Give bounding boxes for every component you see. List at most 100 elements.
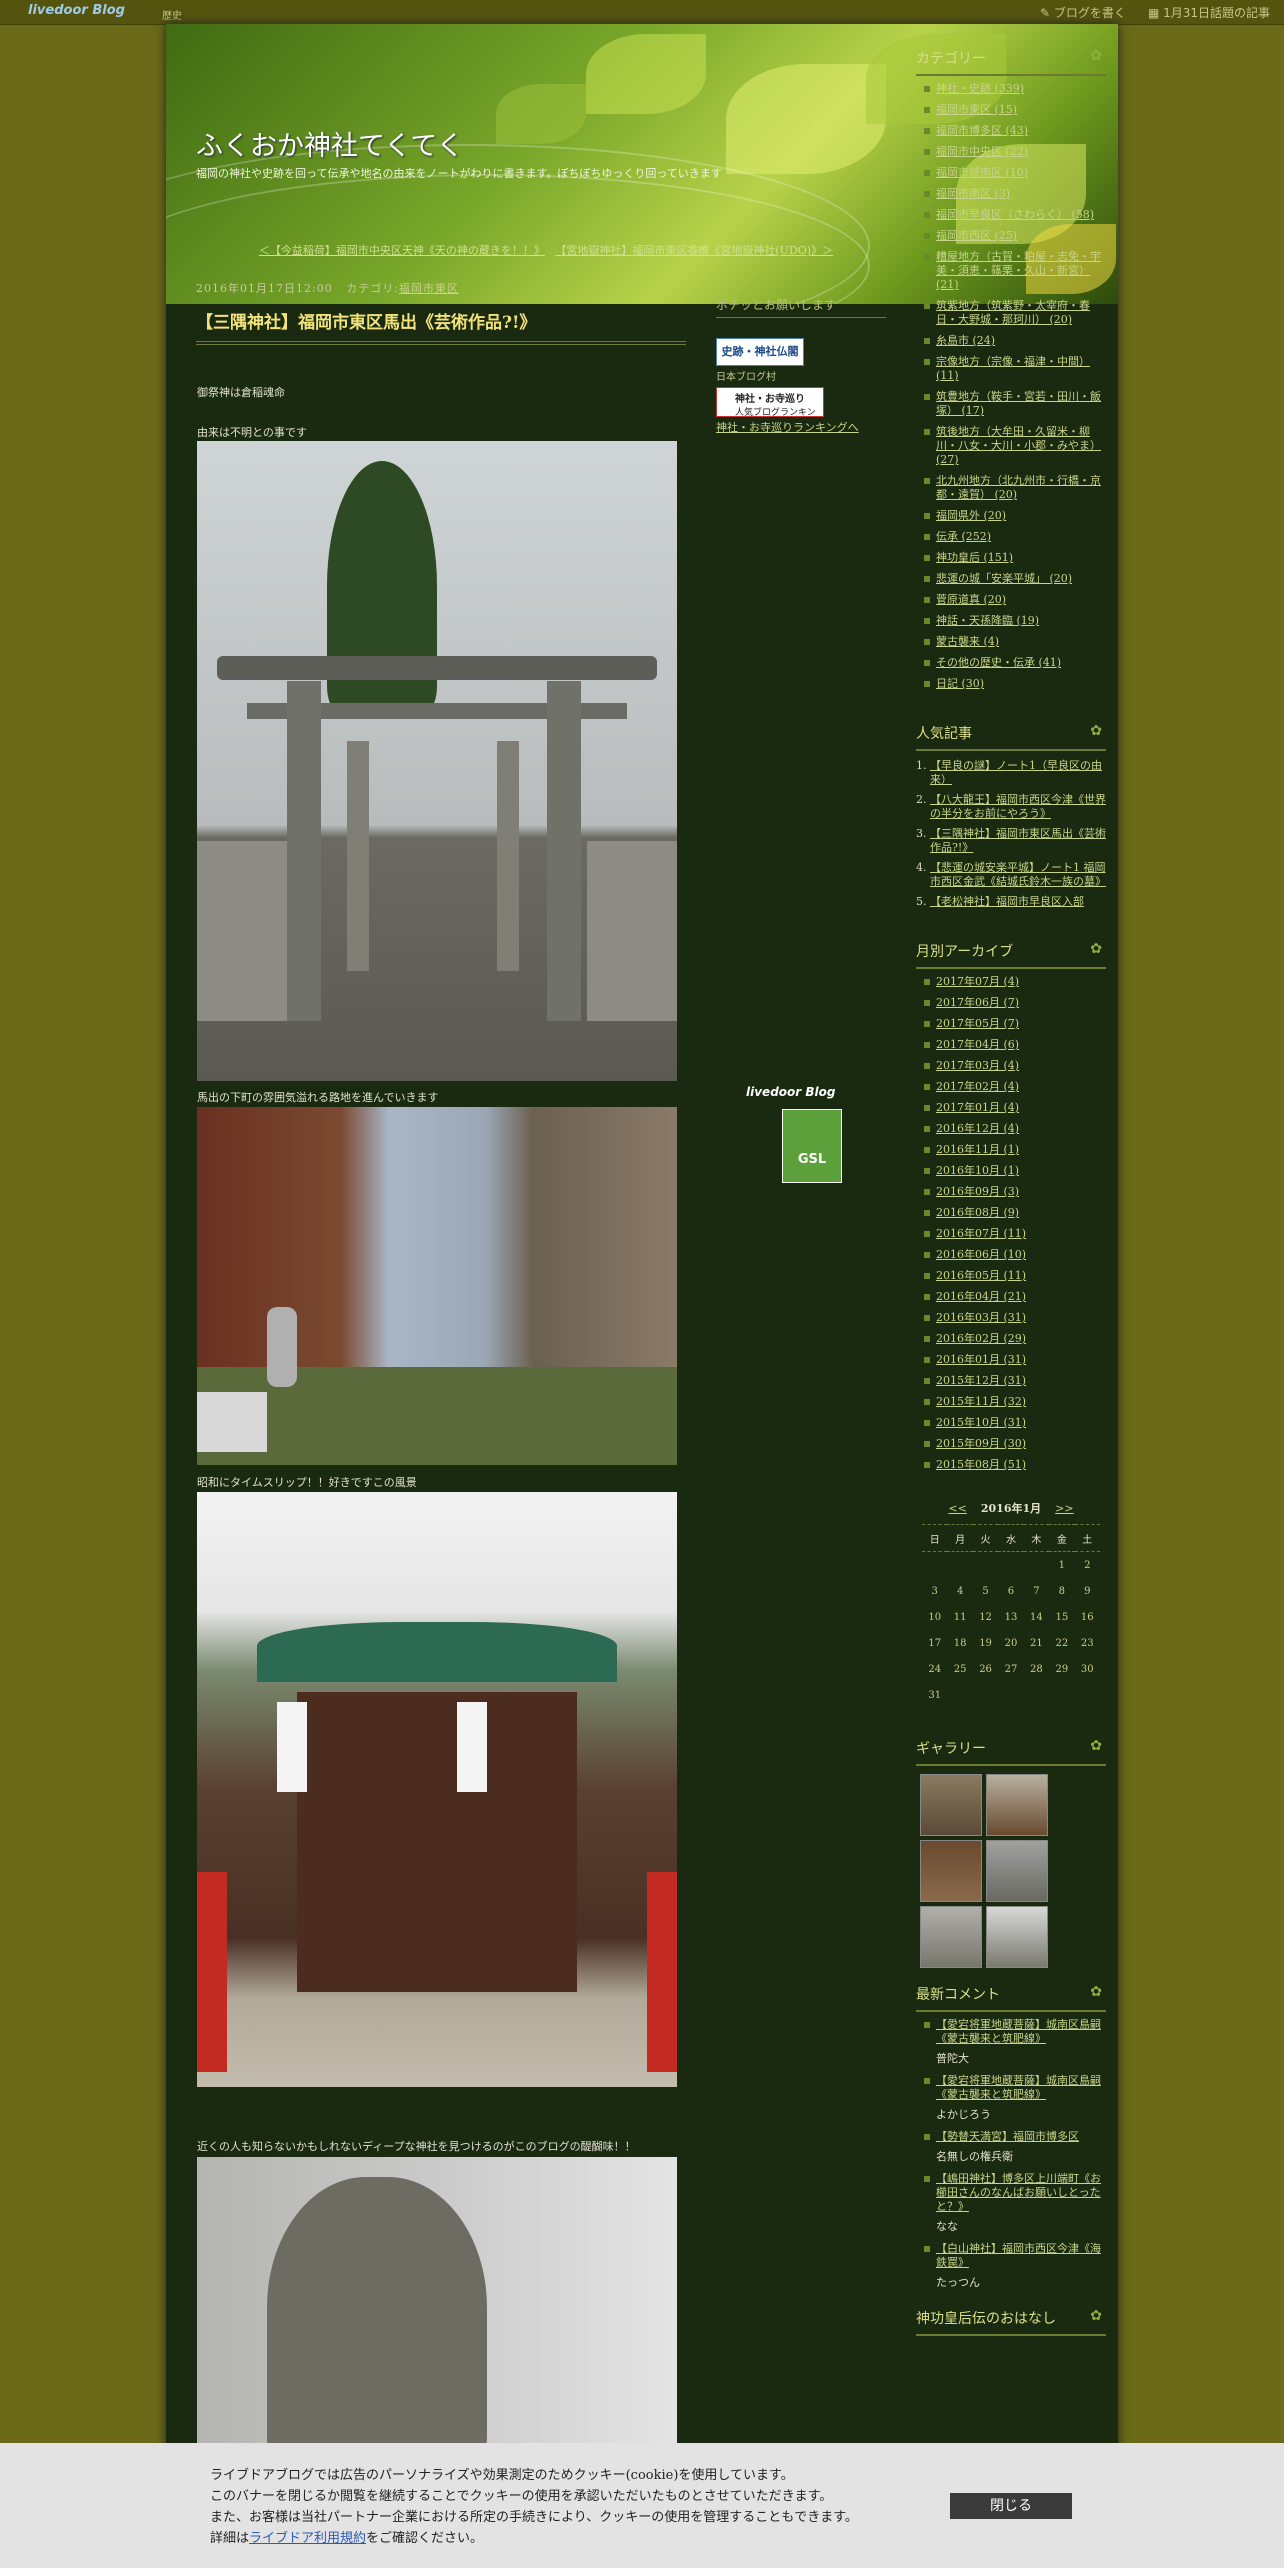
alley-photo[interactable] xyxy=(197,1107,677,1465)
category-link[interactable]: 福岡市城南区 (10) xyxy=(936,166,1028,179)
calendar-day[interactable]: 20 xyxy=(998,1630,1023,1656)
archive-link[interactable]: 2015年08月 (51) xyxy=(936,1458,1026,1471)
hot-articles-link[interactable]: ▦ 1月31日話題の記事 xyxy=(1148,4,1270,21)
calendar-day[interactable]: 16 xyxy=(1075,1604,1100,1630)
comment-link[interactable]: 【愛宕将軍地蔵菩薩】城南区島嗣《蒙古襲来と筑肥線》 xyxy=(936,2018,1101,2045)
calendar-day[interactable]: 3 xyxy=(922,1578,947,1604)
cookie-close-button[interactable]: 閉じる xyxy=(950,2493,1072,2519)
calendar-day[interactable]: 13 xyxy=(998,1604,1023,1630)
category-link[interactable]: 福岡市早良区（さわらく） (58) xyxy=(936,208,1094,221)
calendar-day[interactable]: 5 xyxy=(973,1578,998,1604)
calendar-day[interactable]: 31 xyxy=(922,1682,947,1708)
comment-link[interactable]: 【勢替天満宮】福岡市博多区 xyxy=(936,2130,1079,2143)
calendar-day[interactable]: 25 xyxy=(947,1656,972,1682)
calendar-day[interactable]: 27 xyxy=(998,1656,1023,1682)
archive-link[interactable]: 2016年08月 (9) xyxy=(936,1206,1019,1219)
archive-link[interactable]: 2016年03月 (31) xyxy=(936,1311,1026,1324)
category-link[interactable]: 糟屋地方（古賀・粕屋・志免・宇美・須恵・篠栗・久山・新宮） (21) xyxy=(936,250,1101,291)
archive-link[interactable]: 2016年04月 (21) xyxy=(936,1290,1026,1303)
calendar-next[interactable]: >> xyxy=(1055,1502,1073,1515)
popular-link[interactable]: 【早良の謎】ノート1（早良区の由来） xyxy=(930,759,1102,786)
history-link[interactable]: 歴史 xyxy=(162,7,182,22)
archive-link[interactable]: 2017年04月 (6) xyxy=(936,1038,1019,1051)
gallery-thumb[interactable] xyxy=(986,1774,1048,1836)
archive-link[interactable]: 2017年07月 (4) xyxy=(936,975,1019,988)
calendar-day[interactable]: 21 xyxy=(1024,1630,1049,1656)
archive-link[interactable]: 2016年10月 (1) xyxy=(936,1164,1019,1177)
shrine-hall-photo[interactable] xyxy=(197,1492,677,2087)
calendar-day[interactable]: 12 xyxy=(973,1604,998,1630)
comment-link[interactable]: 【白山神社】福岡市西区今津《海鉄罠》 xyxy=(936,2242,1101,2269)
archive-link[interactable]: 2017年01月 (4) xyxy=(936,1101,1019,1114)
popular-link[interactable]: 【三隅神社】福岡市東区馬出《芸術作品?!》 xyxy=(930,827,1106,854)
calendar-day[interactable]: 28 xyxy=(1024,1656,1049,1682)
calendar-prev[interactable]: << xyxy=(948,1502,966,1515)
category-link[interactable]: 伝承 (252) xyxy=(936,530,991,543)
category-link[interactable]: 神社・史跡 (339) xyxy=(936,82,1024,95)
category-link[interactable]: 福岡県外 (20) xyxy=(936,509,1006,522)
category-link[interactable]: 福岡市博多区 (43) xyxy=(936,124,1028,137)
archive-link[interactable]: 2015年12月 (31) xyxy=(936,1374,1026,1387)
archive-link[interactable]: 2015年10月 (31) xyxy=(936,1416,1026,1429)
calendar-day[interactable]: 9 xyxy=(1075,1578,1100,1604)
calendar-day[interactable]: 10 xyxy=(922,1604,947,1630)
archive-link[interactable]: 2016年07月 (11) xyxy=(936,1227,1026,1240)
calendar-day[interactable]: 1 xyxy=(1049,1552,1074,1579)
category-link[interactable]: 神話・天孫降臨 (19) xyxy=(936,614,1039,627)
calendar-day[interactable]: 26 xyxy=(973,1656,998,1682)
calendar-day[interactable]: 29 xyxy=(1049,1656,1074,1682)
terms-link[interactable]: ライブドア利用規約 xyxy=(249,2531,366,2546)
calendar-day[interactable]: 19 xyxy=(973,1630,998,1656)
calendar-day[interactable]: 24 xyxy=(922,1656,947,1682)
calendar-day[interactable]: 30 xyxy=(1075,1656,1100,1682)
category-link[interactable]: 宗像地方（宗像・福津・中間） (11) xyxy=(936,355,1090,382)
archive-link[interactable]: 2016年11月 (1) xyxy=(936,1143,1019,1156)
category-link[interactable]: 菅原道真 (20) xyxy=(936,593,1006,606)
archive-link[interactable]: 2016年12月 (4) xyxy=(936,1122,1019,1135)
category-link[interactable]: 福岡市中央区 (22) xyxy=(936,145,1028,158)
calendar-day[interactable]: 18 xyxy=(947,1630,972,1656)
category-link[interactable]: 福岡市東区 (15) xyxy=(936,103,1017,116)
category-link[interactable]: 日記 (30) xyxy=(936,677,984,690)
calendar-day[interactable]: 6 xyxy=(998,1578,1023,1604)
gallery-thumb[interactable] xyxy=(920,1906,982,1968)
write-blog-link[interactable]: ✎ ブログを書く xyxy=(1040,4,1126,21)
category-link[interactable]: 筑後地方（大牟田・久留米・柳川・八女・大川・小郡・みやま） (27) xyxy=(936,425,1101,466)
category-link[interactable]: 福岡市西区 (25) xyxy=(936,229,1017,242)
gallery-thumb[interactable] xyxy=(920,1774,982,1836)
gallery-thumb[interactable] xyxy=(986,1906,1048,1968)
archive-link[interactable]: 2017年02月 (4) xyxy=(936,1080,1019,1093)
prev-post-link[interactable]: ＜【今益稲荷】福岡市中央区天神《天の神の蔵きを！！》 xyxy=(259,244,545,257)
archive-link[interactable]: 2017年03月 (4) xyxy=(936,1059,1019,1072)
calendar-day[interactable]: 7 xyxy=(1024,1578,1049,1604)
blog-title[interactable]: ふくおか神社てくてく xyxy=(196,124,464,163)
calendar-day[interactable]: 11 xyxy=(947,1604,972,1630)
next-post-link[interactable]: 【宮地嶽神社】福岡市東区香椎《宮地嶽神社(UDO)》＞ xyxy=(555,244,833,257)
blogmura-banner[interactable]: 史跡・神社仏閣 xyxy=(716,338,804,366)
livedoor-logo[interactable]: livedoor Blog xyxy=(28,3,125,18)
category-link[interactable]: 神功皇后 (151) xyxy=(936,551,1013,564)
calendar-day[interactable]: 15 xyxy=(1049,1604,1074,1630)
calendar-day[interactable]: 17 xyxy=(922,1630,947,1656)
comment-link[interactable]: 【愛宕将軍地蔵菩薩】城南区島嗣《蒙古襲来と筑肥線》 xyxy=(936,2074,1101,2101)
calendar-day[interactable]: 23 xyxy=(1075,1630,1100,1656)
category-link[interactable]: 筑豊地方（鞍手・宮若・田川・飯塚） (17) xyxy=(936,390,1101,417)
calendar-day[interactable]: 22 xyxy=(1049,1630,1074,1656)
archive-link[interactable]: 2015年11月 (32) xyxy=(936,1395,1026,1408)
archive-link[interactable]: 2017年06月 (7) xyxy=(936,996,1019,1009)
calendar-day[interactable]: 4 xyxy=(947,1578,972,1604)
category-link[interactable]: 福岡市南区 (3) xyxy=(936,187,1010,200)
archive-link[interactable]: 2016年05月 (11) xyxy=(936,1269,1026,1282)
archive-link[interactable]: 2017年05月 (7) xyxy=(936,1017,1019,1030)
footer-livedoor-logo[interactable]: livedoor Blog xyxy=(746,1085,886,1099)
gallery-thumb[interactable] xyxy=(920,1840,982,1902)
archive-link[interactable]: 2016年01月 (31) xyxy=(936,1353,1026,1366)
category-link[interactable]: 蒙古襲来 (4) xyxy=(936,635,999,648)
shrine-torii-photo[interactable] xyxy=(197,441,677,1081)
gallery-thumb[interactable] xyxy=(986,1840,1048,1902)
archive-link[interactable]: 2016年09月 (3) xyxy=(936,1185,1019,1198)
gsl-badge[interactable]: GSL xyxy=(782,1109,842,1183)
calendar-day[interactable]: 2 xyxy=(1075,1552,1100,1579)
archive-link[interactable]: 2016年02月 (29) xyxy=(936,1332,1026,1345)
comment-link[interactable]: 【嶋田神社】博多区上川端町《お櫛田さんのなんばお願いしとったと？》 xyxy=(936,2172,1101,2213)
